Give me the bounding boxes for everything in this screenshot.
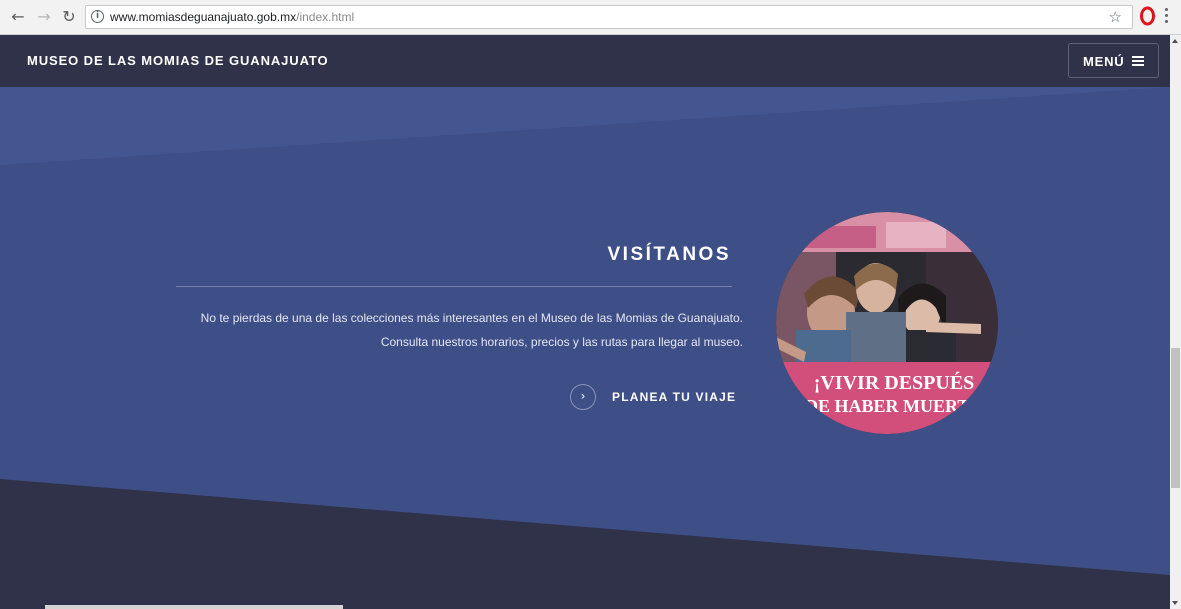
vertical-scrollbar[interactable] — [1170, 35, 1181, 609]
back-icon[interactable]: ← — [8, 6, 28, 28]
plan-trip-label: PLANEA TU VIAJE — [612, 390, 737, 404]
info-icon[interactable]: i — [91, 10, 104, 23]
site-title[interactable]: MUSEO DE LAS MOMIAS DE GUANAJUATO — [27, 53, 329, 68]
scroll-down-icon[interactable] — [1172, 601, 1178, 605]
url-path: /index.html — [296, 10, 355, 24]
menu-label: MENÚ — [1083, 54, 1125, 69]
hamburger-icon — [1132, 56, 1144, 66]
url-text[interactable]: www.momiasdeguanajuato.gob.mx/index.html — [110, 10, 354, 25]
opera-icon[interactable] — [1140, 5, 1155, 27]
site-header: MUSEO DE LAS MOMIAS DE GUANAJUATO MENÚ — [0, 35, 1170, 87]
horizontal-scroll-thumb[interactable] — [45, 605, 343, 609]
heading-divider — [176, 286, 732, 287]
address-bar[interactable]: i www.momiasdeguanajuato.gob.mx/index.ht… — [85, 5, 1133, 29]
scroll-thumb[interactable] — [1171, 348, 1180, 488]
menu-button[interactable]: MENÚ — [1068, 43, 1159, 78]
forward-icon[interactable]: → — [34, 6, 54, 28]
section-description: No te pierdas de una de las colecciones … — [200, 311, 743, 349]
visitors-photo: ¡VIVIR DESPUÉS DE HABER MUERTO — [776, 212, 998, 434]
photo-banner-line1: ¡VIVIR DESPUÉS — [814, 371, 975, 394]
visit-section: VISÍTANOS No te pierdas de una de las co… — [0, 87, 1170, 609]
url-host: www.momiasdeguanajuato.gob.mx — [110, 10, 297, 24]
browser-toolbar: ← → ↻ i www.momiasdeguanajuato.gob.mx/in… — [0, 0, 1181, 35]
menu-kebab-icon[interactable] — [1163, 8, 1169, 26]
star-icon[interactable]: ☆ — [1109, 7, 1122, 27]
chevron-right-icon: › — [570, 384, 596, 410]
scroll-up-icon[interactable] — [1172, 39, 1178, 43]
section-heading: VISÍTANOS — [607, 244, 731, 265]
reload-icon[interactable]: ↻ — [59, 6, 79, 28]
